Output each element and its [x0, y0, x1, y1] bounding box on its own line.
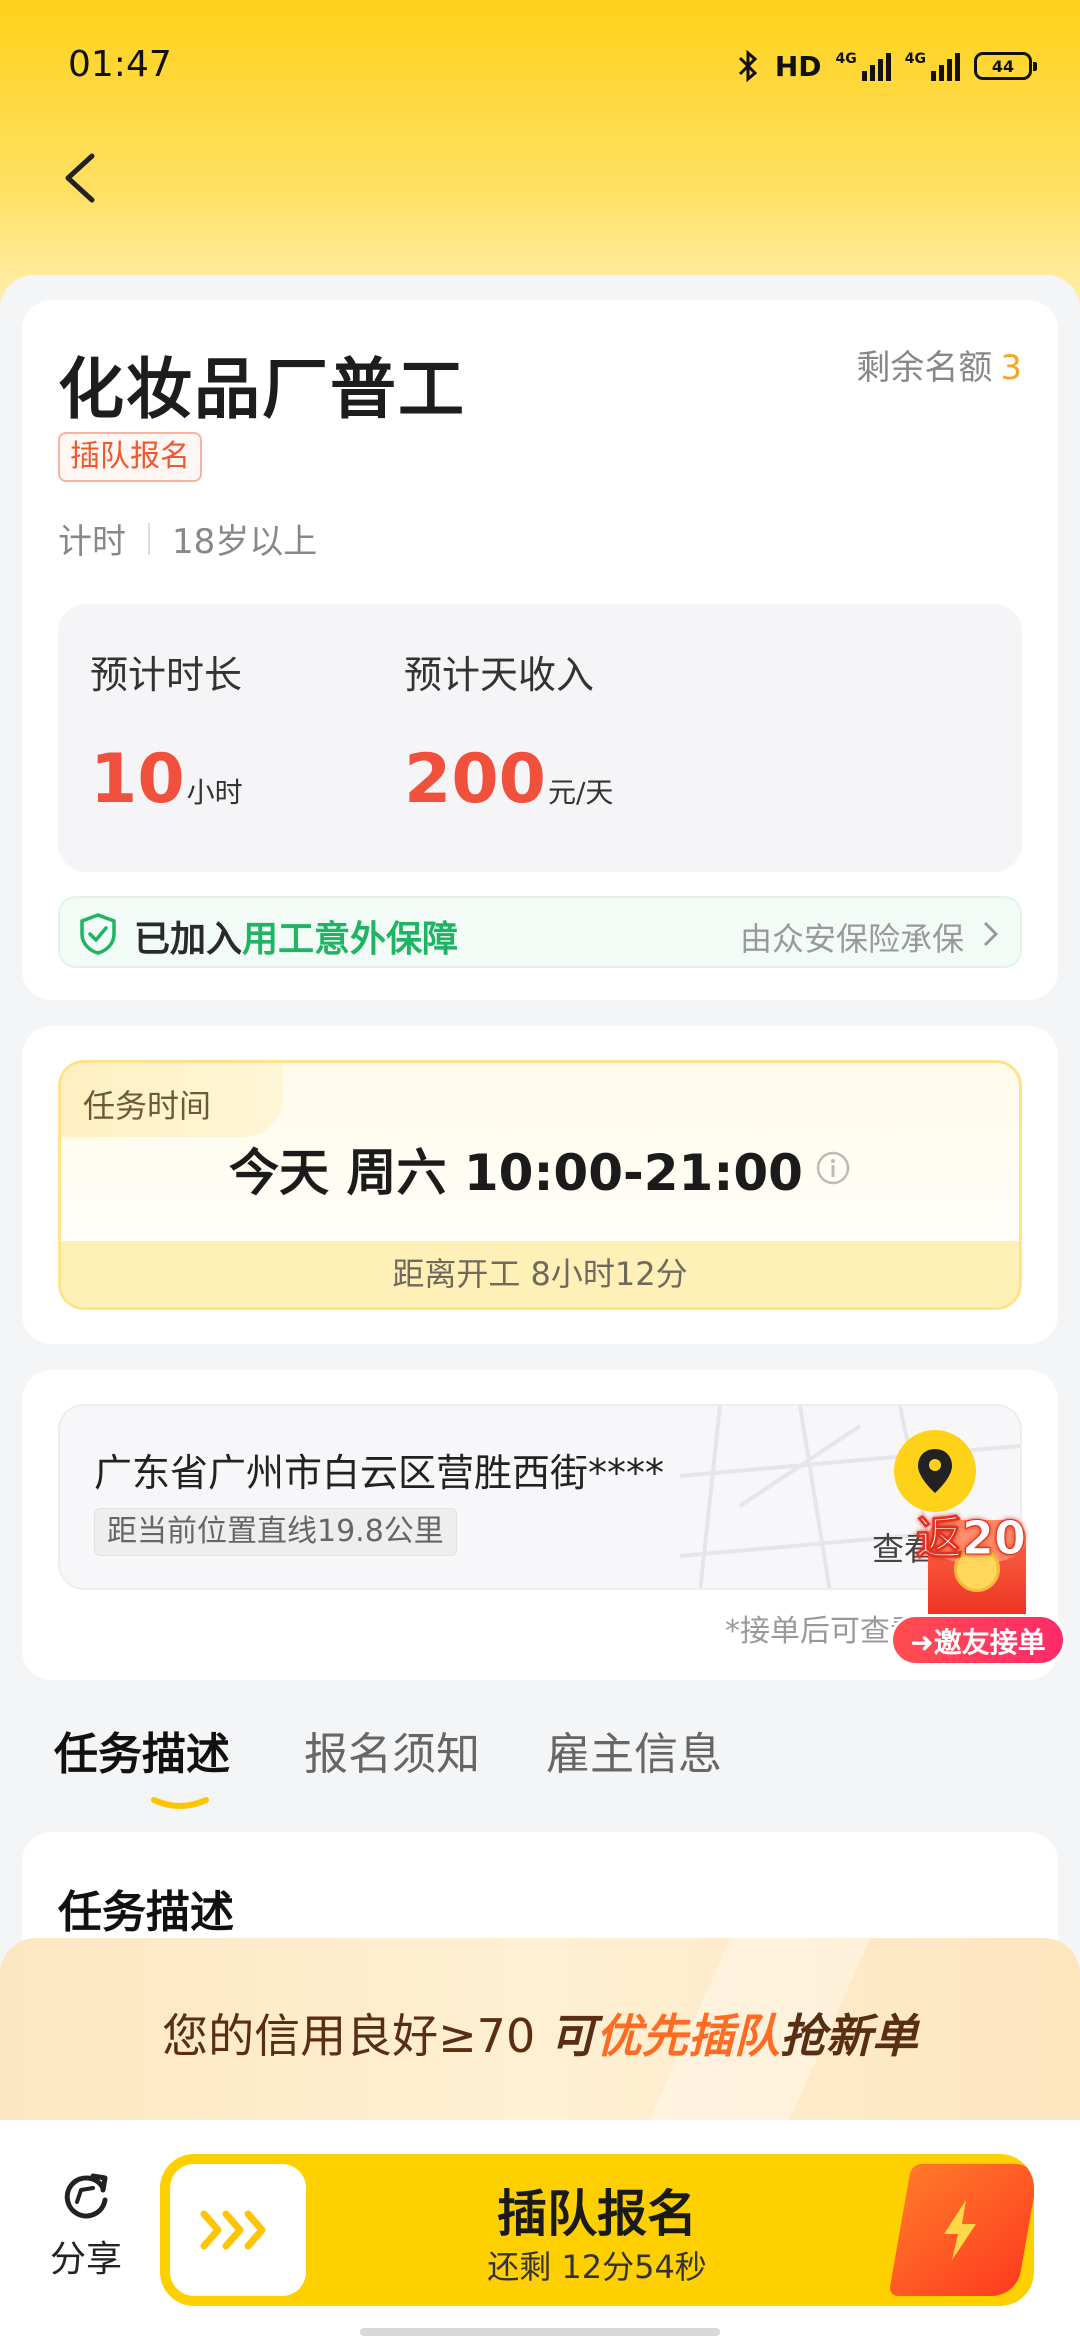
age-requirement: 18岁以上 [172, 522, 318, 562]
bluetooth-icon [738, 49, 758, 83]
start-countdown: 距离开工 8小时12分 [61, 1241, 1019, 1307]
promo-amount: 返20 [915, 1511, 1027, 1566]
shield-check-icon [80, 913, 116, 955]
share-label: 分享 [49, 2239, 122, 2280]
insurance-provider: 由众安保险承保 [739, 920, 964, 958]
est-income-value: 200 [404, 740, 546, 819]
section-title: 任务描述 [58, 1887, 234, 1938]
network-type-label: 4G [904, 51, 926, 67]
task-time-box: 任务时间 今天 周六 10:00-21:00 距离开工 8小时12分 [58, 1060, 1022, 1310]
credit-grab: 抢新单 [779, 2009, 918, 2063]
est-income: 200元/天 [404, 740, 613, 819]
est-income-label: 预计天收入 [404, 653, 595, 697]
invite-promo-float[interactable]: 返20 ➜邀友接单 [890, 1502, 1066, 1670]
lightning-icon [944, 2200, 976, 2260]
active-tab-indicator [151, 1797, 209, 1809]
status-bar: 01:47 HD 4G 4G 44 [0, 0, 1080, 130]
queue-signup-tag: 插队报名 [58, 432, 202, 482]
view-location-button[interactable] [894, 1430, 976, 1512]
network-type-label: 4G [835, 51, 857, 67]
battery-icon: 44 [974, 52, 1037, 80]
share-icon [64, 2173, 108, 2219]
remaining-slots: 剩余名额 3 [856, 340, 1022, 389]
job-meta: 计时 18岁以上 [58, 514, 317, 563]
chevron-right-icon [983, 921, 999, 947]
task-time-main: 今天 周六 10:00-21:00 [61, 1133, 1019, 1205]
tab-task-description[interactable]: 任务描述 [54, 1718, 230, 1782]
credit-text: 您的信用良好≥70 可优先插队抢新单 [0, 2000, 1080, 2066]
status-icons: HD 4G 4G 44 [735, 46, 1037, 86]
meta-divider [148, 522, 150, 555]
credit-can: 可 [549, 2009, 596, 2063]
hd-indicator: HD [774, 49, 822, 83]
back-arrow-icon[interactable] [54, 148, 114, 208]
distance-tag: 距当前位置直线19.8公里 [94, 1508, 457, 1556]
share-button[interactable]: 分享 [36, 2166, 136, 2282]
estimate-box: 预计时长 10小时 预计天收入 200元/天 [58, 604, 1022, 872]
est-duration-label: 预计时长 [90, 653, 243, 697]
queue-signup-button[interactable]: 插队报名 还剩 12分54秒 [160, 2154, 1034, 2306]
remaining-slots-count: 3 [1000, 348, 1022, 388]
insurance-banner[interactable]: 已加入用工意外保障 由众安保险承保 [58, 896, 1022, 968]
invite-friends-button[interactable]: ➜邀友接单 [890, 1614, 1066, 1666]
location-pin-icon [918, 1449, 952, 1493]
credit-banner: 您的信用良好≥70 可优先插队抢新单 [0, 1938, 1080, 2120]
insurance-highlight: 用工意外保障 [242, 919, 459, 960]
signal-icon: 4G [905, 51, 960, 81]
info-icon[interactable] [815, 1150, 851, 1186]
insurance-prefix: 已加入 [134, 919, 243, 960]
credit-priority: 优先插队 [595, 2009, 780, 2063]
address-text: 广东省广州市白云区营胜西街**** [94, 1451, 665, 1495]
status-time: 01:47 [68, 44, 172, 85]
est-duration-unit: 小时 [186, 776, 243, 809]
tab-signup-notice[interactable]: 报名须知 [304, 1718, 480, 1782]
credit-score-text: 您的信用良好≥70 [162, 2009, 550, 2063]
task-time-tag: 任务时间 [61, 1063, 283, 1137]
tab-employer-info[interactable]: 雇主信息 [546, 1718, 722, 1782]
est-duration-value: 10 [90, 740, 185, 819]
task-time-text: 今天 周六 10:00-21:00 [229, 1144, 803, 1202]
pay-type: 计时 [58, 522, 126, 562]
est-duration: 10小时 [90, 740, 243, 819]
bolt-panel [888, 2164, 1034, 2296]
insurance-title: 已加入用工意外保障 [134, 910, 458, 962]
est-income-unit: 元/天 [547, 776, 614, 809]
remaining-slots-label: 剩余名额 [856, 348, 993, 388]
signal-icon: 4G [836, 51, 891, 81]
home-indicator [360, 2328, 720, 2336]
job-title: 化妆品厂普工 [58, 351, 466, 428]
